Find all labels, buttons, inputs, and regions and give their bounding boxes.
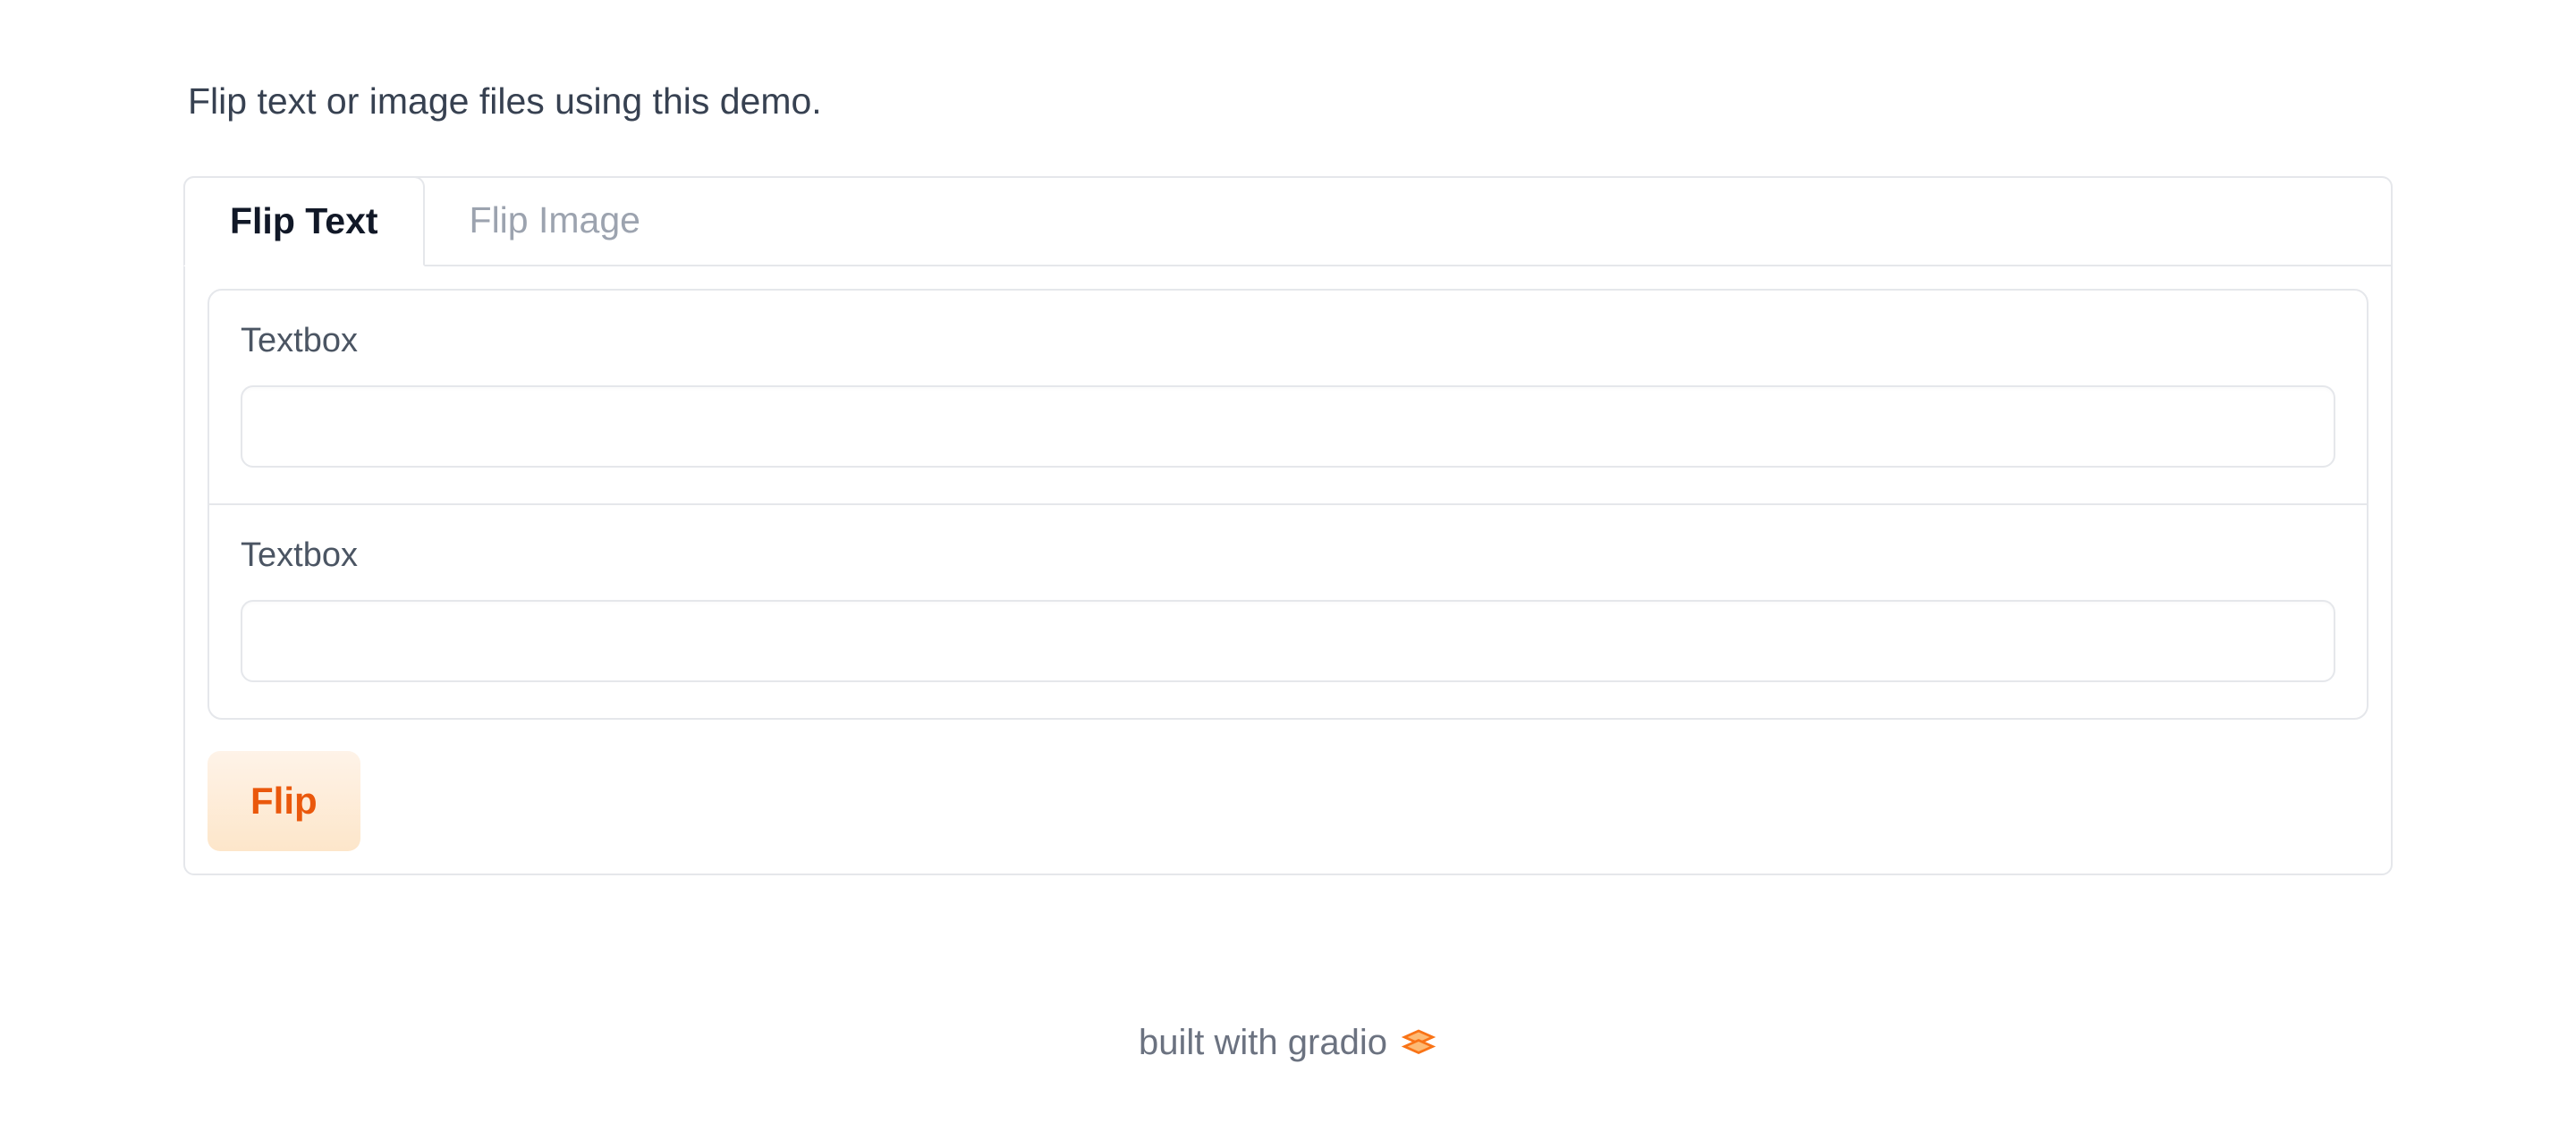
description-text: Flip text or image files using this demo… — [183, 80, 2393, 122]
footer: built with gradio — [183, 1023, 2393, 1063]
input-field-row: Textbox — [209, 291, 2367, 505]
footer-text: built with gradio — [1139, 1023, 1387, 1063]
tab-panel-flip-text: Textbox Textbox Flip — [185, 266, 2391, 874]
tab-interface: Flip Text Flip Image Textbox Textbox Fli… — [183, 176, 2393, 875]
app-container: Flip text or image files using this demo… — [183, 0, 2393, 1063]
output-label: Textbox — [241, 536, 2335, 575]
textbox-group: Textbox Textbox — [208, 289, 2368, 720]
tab-flip-image[interactable]: Flip Image — [425, 176, 685, 265]
gradio-logo-icon — [1400, 1025, 1437, 1062]
input-label: Textbox — [241, 322, 2335, 360]
input-textbox[interactable] — [241, 385, 2335, 468]
tab-bar: Flip Text Flip Image — [183, 176, 2391, 266]
output-textbox[interactable] — [241, 600, 2335, 682]
flip-button[interactable]: Flip — [208, 751, 360, 851]
tab-flip-text[interactable]: Flip Text — [183, 176, 425, 266]
output-field-row: Textbox — [209, 505, 2367, 718]
